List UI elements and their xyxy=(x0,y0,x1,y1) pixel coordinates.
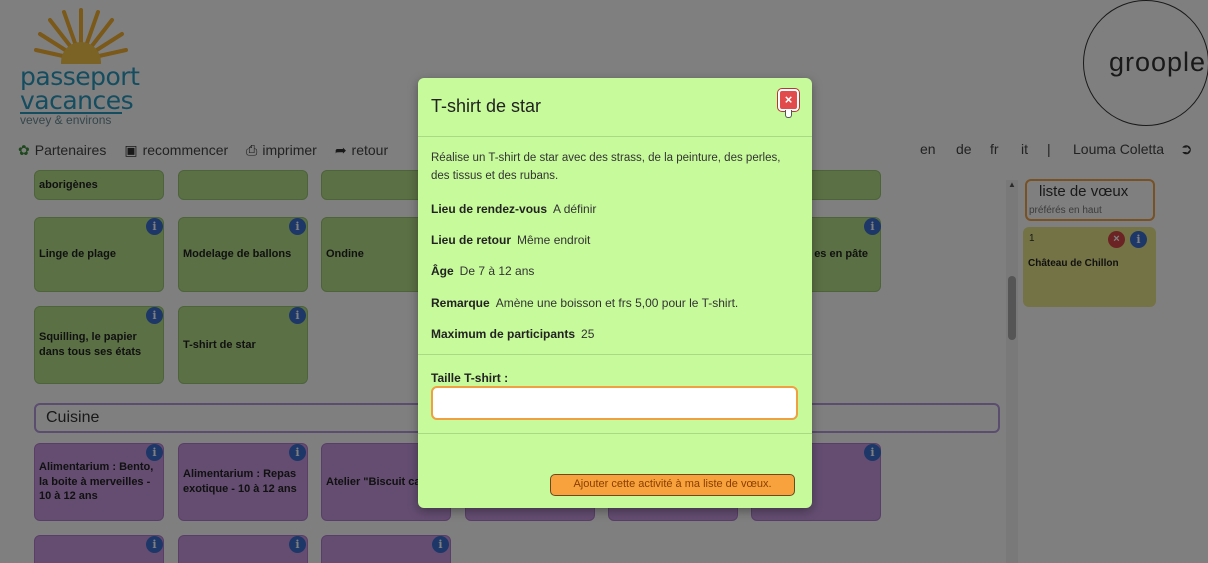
divider xyxy=(418,433,812,434)
pointer-cursor-icon xyxy=(785,110,792,118)
field-label: Lieu de retour xyxy=(431,233,512,247)
field-label: Lieu de rendez-vous xyxy=(431,202,548,216)
divider xyxy=(418,136,812,137)
modal-title: T-shirt de star xyxy=(431,96,542,116)
field-max-participants: Maximum de participants 25 xyxy=(431,327,594,341)
field-value: A définir xyxy=(553,202,597,216)
field-meeting-place: Lieu de rendez-vous A définir xyxy=(431,202,596,216)
field-return-place: Lieu de retour Même endroit xyxy=(431,233,590,247)
activity-modal: T-shirt de star × Réalise un T-shirt de … xyxy=(418,78,812,508)
field-remark: Remarque Amène une boisson et frs 5,00 po… xyxy=(431,296,738,310)
tshirt-size-input[interactable] xyxy=(431,386,798,420)
field-label: Maximum de participants xyxy=(431,327,576,341)
field-value: Même endroit xyxy=(517,233,591,247)
field-value: 25 xyxy=(581,327,595,341)
field-value: De 7 à 12 ans xyxy=(459,264,535,278)
divider xyxy=(418,354,812,355)
close-icon: × xyxy=(784,92,793,107)
field-age: Âge De 7 à 12 ans xyxy=(431,264,534,278)
field-label: Remarque xyxy=(431,296,490,310)
field-label: Âge xyxy=(431,264,454,278)
close-button[interactable]: × xyxy=(778,89,799,118)
add-to-wishlist-button[interactable]: Ajouter cette activité à ma liste de vœu… xyxy=(550,474,795,496)
field-value: Amène une boisson et frs 5,00 pour le T-… xyxy=(495,296,739,310)
tshirt-size-label: Taille T-shirt : xyxy=(431,371,509,385)
activity-description: Réalise un T-shirt de star avec des stra… xyxy=(431,152,781,182)
